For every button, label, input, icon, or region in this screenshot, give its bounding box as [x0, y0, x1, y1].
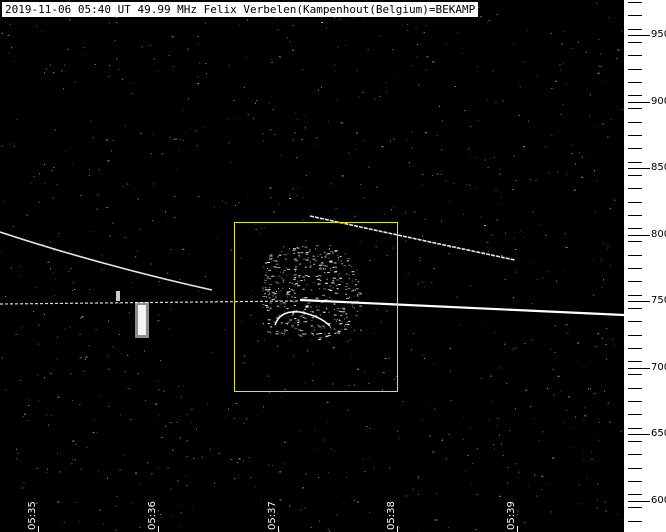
- freq-major-tick: [628, 434, 650, 435]
- freq-minor-tick: [628, 108, 642, 109]
- freq-label: 700: [651, 362, 666, 373]
- freq-major-tick: [628, 501, 650, 502]
- freq-minor-tick: [628, 295, 642, 296]
- freq-minor-tick: [628, 188, 642, 189]
- freq-minor-tick: [628, 255, 642, 256]
- time-axis: 05:35 05:36 05:37 05:38 05:39: [0, 496, 624, 532]
- freq-minor-tick: [628, 388, 642, 389]
- time-tick: [397, 526, 398, 532]
- freq-minor-tick: [628, 162, 642, 163]
- freq-minor-tick: [628, 507, 642, 508]
- freq-label: 650: [651, 428, 666, 439]
- header-title: 2019-11-06 05:40 UT 49.99 MHz Felix Verb…: [2, 2, 479, 17]
- freq-minor-tick: [628, 335, 642, 336]
- freq-label: 800: [651, 229, 666, 240]
- time-label: 05:38: [386, 501, 397, 530]
- freq-minor-tick: [628, 374, 642, 375]
- freq-minor-tick: [628, 428, 642, 429]
- freq-minor-tick: [628, 481, 642, 482]
- freq-label: 750: [651, 295, 666, 306]
- freq-minor-tick: [628, 215, 642, 216]
- freq-minor-tick: [628, 95, 642, 96]
- freq-major-tick: [628, 35, 650, 36]
- freq-minor-tick: [628, 321, 642, 322]
- freq-minor-tick: [628, 414, 642, 415]
- freq-label: 900: [651, 96, 666, 107]
- freq-minor-tick: [628, 202, 642, 203]
- time-label: 05:36: [147, 501, 158, 530]
- frequency-scale: 950 900 850 800 750 700 650 600 Hz: [624, 0, 666, 532]
- spectrogram-viewer: 2019-11-06 05:40 UT 49.99 MHz Felix Verb…: [0, 0, 666, 532]
- freq-minor-tick: [628, 494, 642, 495]
- time-tick: [158, 526, 159, 532]
- freq-minor-tick: [628, 454, 642, 455]
- freq-minor-tick: [628, 361, 642, 362]
- freq-minor-tick: [628, 2, 642, 3]
- freq-major-tick: [628, 168, 650, 169]
- freq-label: 600 Hz: [651, 495, 666, 506]
- freq-major-tick: [628, 301, 650, 302]
- freq-minor-tick: [628, 308, 642, 309]
- freq-minor-tick: [628, 281, 642, 282]
- freq-minor-tick: [628, 228, 642, 229]
- freq-minor-tick: [628, 241, 642, 242]
- freq-minor-tick: [628, 348, 642, 349]
- freq-minor-tick: [628, 401, 642, 402]
- time-label: 05:37: [267, 501, 278, 530]
- time-tick: [517, 526, 518, 532]
- freq-label: 850: [651, 162, 666, 173]
- freq-major-tick: [628, 235, 650, 236]
- freq-minor-tick: [628, 42, 642, 43]
- freq-minor-tick: [628, 175, 642, 176]
- time-label: 05:39: [506, 501, 517, 530]
- freq-minor-tick: [628, 82, 642, 83]
- freq-minor-tick: [628, 15, 642, 16]
- freq-major-tick: [628, 102, 650, 103]
- freq-minor-tick: [628, 135, 642, 136]
- freq-minor-tick: [628, 441, 642, 442]
- time-tick: [38, 526, 39, 532]
- freq-major-tick: [628, 368, 650, 369]
- time-label: 05:35: [27, 501, 38, 530]
- freq-minor-tick: [628, 468, 642, 469]
- freq-minor-tick: [628, 268, 642, 269]
- spectrogram-plot: [0, 0, 624, 532]
- freq-label: 950: [651, 29, 666, 40]
- freq-minor-tick: [628, 148, 642, 149]
- freq-minor-tick: [628, 29, 642, 30]
- time-tick: [278, 526, 279, 532]
- freq-minor-tick: [628, 521, 642, 522]
- freq-minor-tick: [628, 69, 642, 70]
- freq-minor-tick: [628, 122, 642, 123]
- freq-minor-tick: [628, 55, 642, 56]
